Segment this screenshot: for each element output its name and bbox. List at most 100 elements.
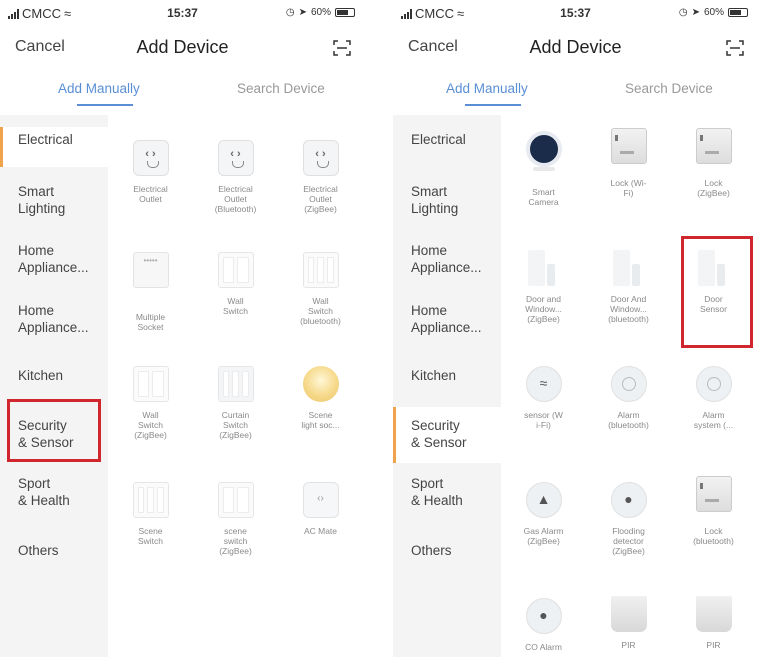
category-sidebar: Electrical Smart Lighting Home Appliance… bbox=[0, 115, 108, 657]
tab-search-device[interactable]: Search Device bbox=[237, 81, 325, 96]
sidebar-item-others[interactable]: Others bbox=[393, 542, 501, 559]
device-wall-switch[interactable]: Wall Switch bbox=[193, 252, 278, 316]
sidebar-item-electrical[interactable]: Electrical bbox=[393, 131, 501, 148]
sidebar-item-label: Smart bbox=[411, 184, 448, 199]
device-wall-switch-bluetooth[interactable]: Wall Switch (bluetooth) bbox=[278, 252, 363, 326]
device-label: Scene light soc... bbox=[301, 410, 340, 430]
sidebar-item-label: Appliance... bbox=[18, 320, 89, 335]
battery-percent: 60% bbox=[310, 7, 331, 18]
camera-icon bbox=[525, 131, 562, 171]
sidebar-item-label: Sport bbox=[411, 476, 444, 491]
sidebar-item-label: & Sensor bbox=[411, 435, 467, 450]
status-right: ◷ ➤ 60% bbox=[679, 7, 748, 18]
device-multiple-socket[interactable]: MultipleSocket bbox=[108, 252, 193, 332]
device-co-alarm[interactable]: ● CO Alarm bbox=[501, 598, 586, 652]
sidebar-item-label: Others bbox=[411, 543, 452, 558]
alarm-clock-icon: ◷ bbox=[678, 7, 688, 18]
sidebar-item-home-appliance[interactable]: Home Appliance... bbox=[0, 242, 108, 276]
sidebar-item-sport-health[interactable]: Sport & Health bbox=[393, 475, 501, 509]
device-scene-switch[interactable]: Scene Switch bbox=[108, 482, 193, 546]
sidebar-item-smart-lighting[interactable]: Smart Lighting bbox=[393, 183, 501, 217]
pir-sensor-icon bbox=[610, 596, 647, 632]
status-bar: CMCC ≈ 15:37 ◷ ➤ 60% bbox=[393, 0, 758, 26]
device-label: Scene Switch bbox=[137, 526, 164, 546]
sidebar-item-label: Appliance... bbox=[18, 260, 89, 275]
active-indicator bbox=[0, 127, 3, 167]
device-label: Wall Switch bbox=[222, 296, 249, 316]
device-alarm-bluetooth[interactable]: Alarm (bluetooth) bbox=[586, 366, 671, 430]
outlet-icon bbox=[132, 140, 169, 176]
sidebar-item-others[interactable]: Others bbox=[0, 542, 108, 559]
device-lock-bluetooth[interactable]: Lock (bluetooth) bbox=[671, 476, 756, 546]
sidebar-item-label: Kitchen bbox=[18, 368, 64, 383]
nav-bar: Cancel Add Device bbox=[393, 28, 758, 68]
device-ac-mate[interactable]: AC Mate bbox=[278, 482, 363, 536]
sidebar-item-label: Electrical bbox=[18, 132, 73, 147]
sidebar-item-home-appliance-2[interactable]: Home Appliance... bbox=[393, 302, 501, 336]
nav-bar: Cancel Add Device bbox=[0, 28, 365, 68]
sidebar-item-smart-lighting[interactable]: Smart Lighting bbox=[0, 183, 108, 217]
ac-mate-icon bbox=[302, 482, 339, 518]
battery-icon bbox=[728, 8, 748, 17]
scan-icon[interactable] bbox=[726, 40, 744, 56]
device-wall-switch-zigbee[interactable]: Wall Switch (ZigBee) bbox=[108, 366, 193, 440]
device-label: Electrical Outlet bbox=[133, 184, 168, 204]
scene-switch-icon bbox=[217, 482, 254, 518]
sidebar-item-kitchen[interactable]: Kitchen bbox=[0, 367, 108, 384]
alarm-clock-icon: ◷ bbox=[285, 7, 295, 18]
device-flooding-detector[interactable]: ● Flooding detector (ZigBee) bbox=[586, 482, 671, 556]
device-scene-light-socket[interactable]: Scene light soc... bbox=[278, 366, 363, 430]
outlet-icon bbox=[217, 140, 254, 176]
sidebar-item-sport-health[interactable]: Sport & Health bbox=[0, 475, 108, 509]
device-door-window-bluetooth[interactable]: Door And Window... (bluetooth) bbox=[586, 250, 671, 324]
tab-add-manually[interactable]: Add Manually bbox=[58, 81, 140, 96]
tab-indicator bbox=[465, 104, 521, 106]
device-label: PIR bbox=[706, 640, 721, 650]
sidebar-item-home-appliance[interactable]: Home Appliance... bbox=[393, 242, 501, 276]
device-label: Gas Alarm (ZigBee) bbox=[523, 526, 564, 546]
scene-light-icon bbox=[302, 366, 339, 402]
device-scene-switch-zigbee[interactable]: scene switch (ZigBee) bbox=[193, 482, 278, 556]
device-label: Door and Window... (ZigBee) bbox=[525, 294, 562, 324]
tab-add-manually[interactable]: Add Manually bbox=[446, 81, 528, 96]
page-title: Add Device bbox=[136, 37, 229, 57]
device-label: scene switch (ZigBee) bbox=[219, 526, 252, 556]
device-electrical-outlet[interactable]: ElectricalOutlet bbox=[108, 140, 193, 204]
device-label: Lock (bluetooth) bbox=[693, 526, 734, 546]
sidebar-item-kitchen[interactable]: Kitchen bbox=[393, 367, 501, 384]
alarm-icon bbox=[695, 366, 732, 402]
pir-sensor-icon bbox=[695, 596, 732, 632]
sidebar-item-electrical[interactable]: Electrical bbox=[0, 127, 108, 167]
device-label: Door And Window... (bluetooth) bbox=[608, 294, 649, 324]
battery-icon bbox=[335, 8, 355, 17]
door-window-sensor-icon bbox=[526, 250, 562, 286]
sidebar-item-label: Sport bbox=[18, 476, 51, 491]
device-curtain-switch[interactable]: Curtain Switch (ZigBee) bbox=[193, 366, 278, 440]
sidebar-item-label: Home bbox=[411, 243, 448, 258]
device-label: PIR bbox=[621, 640, 636, 650]
door-lock-icon bbox=[610, 128, 647, 164]
device-lock-wifi[interactable]: Lock (Wi- Fi) bbox=[586, 128, 671, 198]
sensor-icon: ≈ bbox=[525, 366, 562, 402]
scan-icon[interactable] bbox=[333, 40, 351, 56]
sidebar-item-security-sensor[interactable]: Security & Sensor bbox=[393, 407, 501, 463]
device-pir-2[interactable]: PIR bbox=[671, 596, 756, 650]
device-gas-alarm[interactable]: ▲ Gas Alarm (ZigBee) bbox=[501, 482, 586, 546]
sidebar-item-label: Lighting bbox=[18, 201, 66, 216]
device-smart-camera[interactable]: Smart Camera bbox=[501, 131, 586, 207]
battery-percent: 60% bbox=[703, 7, 724, 18]
tab-search-device[interactable]: Search Device bbox=[625, 81, 713, 96]
sidebar-item-label: Smart bbox=[18, 184, 55, 199]
device-lock-zigbee[interactable]: Lock (ZigBee) bbox=[671, 128, 756, 198]
device-sensor-wifi[interactable]: ≈ sensor (W i-Fi) bbox=[501, 366, 586, 430]
tab-bar: Add Manually Search Device bbox=[0, 72, 365, 112]
device-alarm-system[interactable]: Alarm system (... bbox=[671, 366, 756, 430]
device-pir[interactable]: PIR bbox=[586, 596, 671, 650]
sidebar-item-home-appliance-2[interactable]: Home Appliance... bbox=[0, 302, 108, 336]
category-sidebar: Electrical Smart Lighting Home Appliance… bbox=[393, 115, 501, 657]
device-electrical-outlet-zigbee[interactable]: ElectricalOutlet(ZigBee) bbox=[278, 140, 363, 214]
device-door-window-zigbee[interactable]: Door and Window... (ZigBee) bbox=[501, 250, 586, 324]
device-electrical-outlet-bluetooth[interactable]: ElectricalOutlet(Bluetooth) bbox=[193, 140, 278, 214]
device-label: Lock (ZigBee) bbox=[697, 178, 730, 198]
scene-switch-icon bbox=[132, 482, 169, 518]
